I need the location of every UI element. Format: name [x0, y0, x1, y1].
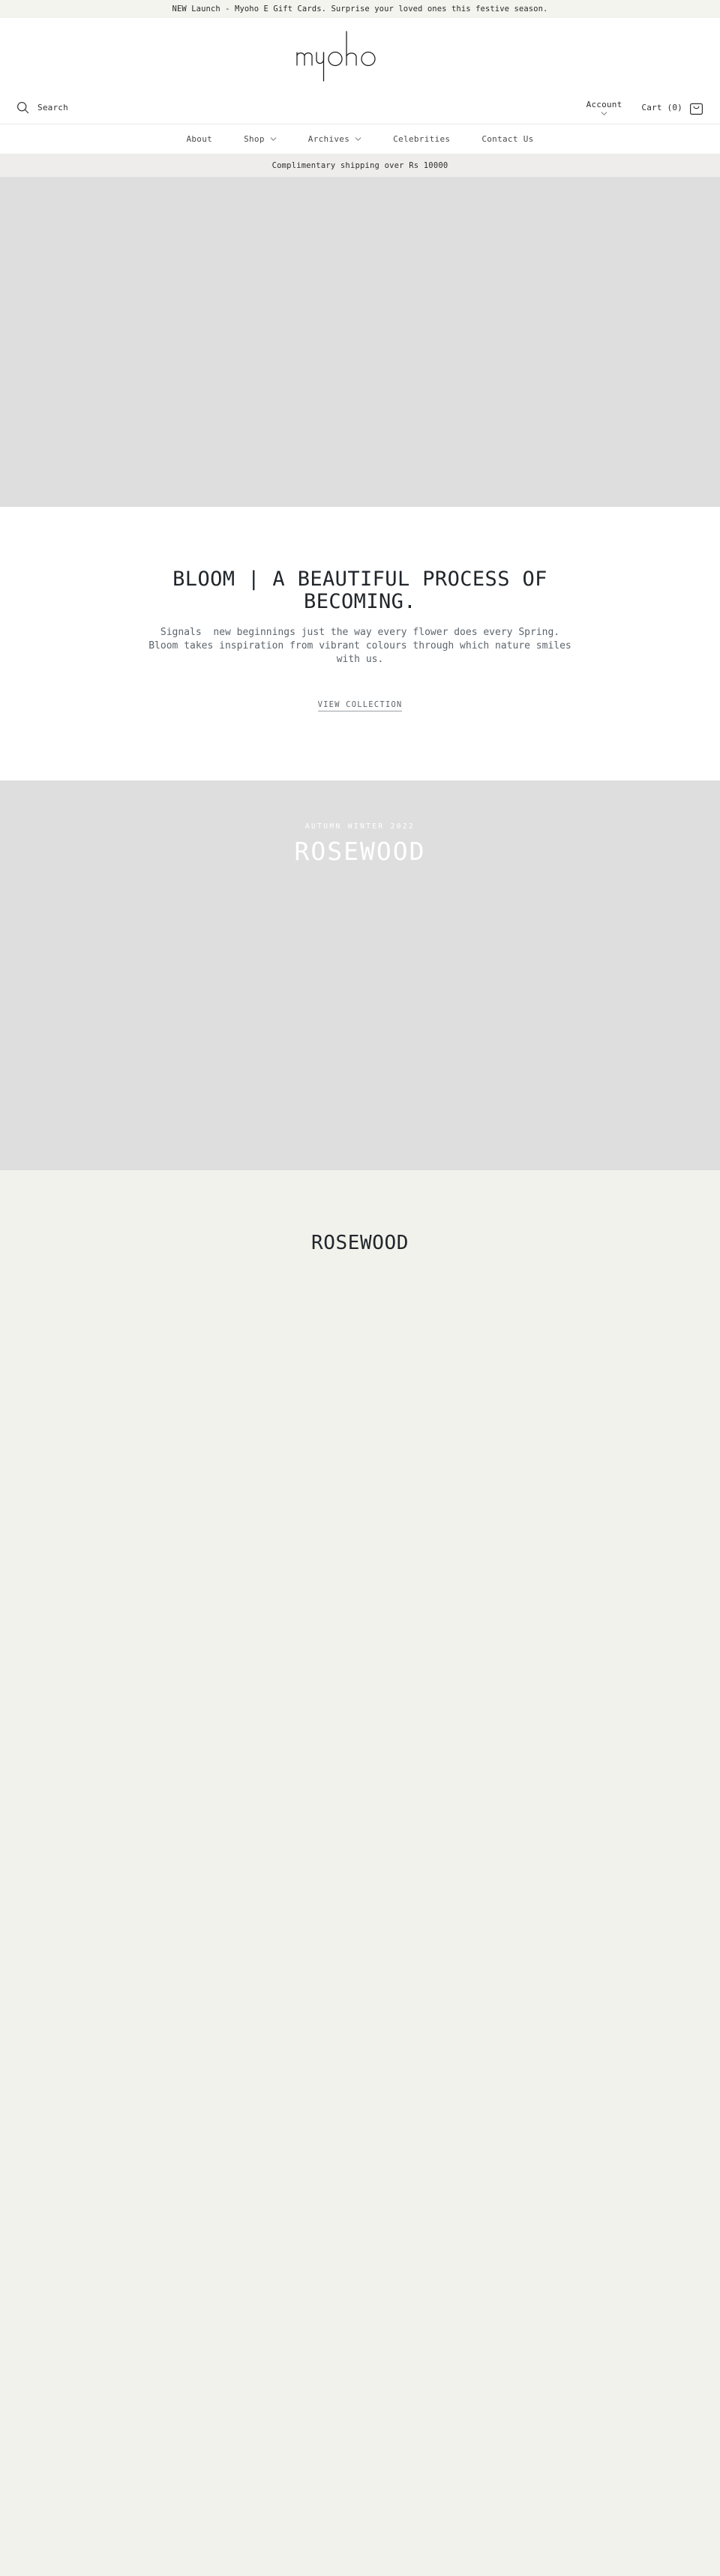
rosewood-hero-title: ROSEWOOD: [294, 837, 426, 867]
nav-item-about[interactable]: About: [170, 134, 228, 144]
search-button[interactable]: Search: [16, 101, 68, 114]
account-label: Account: [586, 100, 622, 109]
nav-label: Shop: [244, 134, 265, 144]
view-collection-link[interactable]: VIEW COLLECTION: [317, 700, 403, 712]
utility-right-group: Account Cart (0): [586, 100, 704, 115]
account-menu[interactable]: Account: [586, 100, 622, 115]
search-icon: [17, 102, 29, 114]
shopping-bag-icon: [690, 103, 704, 115]
nav-item-shop[interactable]: Shop: [228, 134, 292, 144]
nav-label: Celebrities: [393, 134, 451, 144]
search-label: Search: [38, 103, 68, 112]
nav-item-archives[interactable]: Archives: [292, 134, 377, 144]
myoho-script-wordmark-icon: [296, 31, 376, 82]
announcement-bar: NEW Launch - Myoho E Gift Cards. Surpris…: [0, 0, 720, 18]
chevron-down-icon: [355, 137, 362, 141]
logo-link[interactable]: [292, 25, 428, 84]
bloom-description: Signals new beginnings just the way ever…: [148, 627, 572, 666]
cart-label: Cart (0): [641, 103, 682, 112]
nav-label: Contact Us: [482, 134, 534, 144]
chevron-down-icon: [601, 112, 608, 115]
site-header: [0, 18, 720, 91]
cart-button[interactable]: Cart (0): [641, 100, 704, 115]
rosewood-lower-section: ROSEWOOD: [0, 1170, 720, 2576]
bloom-title: BLOOM | A BEAUTIFUL PROCESS OF BECOMING.: [172, 568, 548, 614]
utility-bar: Search Account Cart (0): [0, 91, 720, 124]
rosewood-lower-title: ROSEWOOD: [310, 1232, 410, 1255]
nav-label: About: [186, 134, 213, 144]
shipping-notice-text: Complimentary shipping over Rs 10000: [272, 161, 448, 170]
main-navigation: About Shop Archives Celebrities Contact …: [0, 124, 720, 154]
chevron-down-icon: [270, 137, 277, 141]
shipping-notice-bar: Complimentary shipping over Rs 10000: [0, 154, 720, 177]
nav-item-celebrities[interactable]: Celebrities: [377, 134, 466, 144]
rosewood-hero-eyebrow: AUTUMN WINTER 2022: [304, 822, 416, 831]
rosewood-hero-text-group: AUTUMN WINTER 2022 ROSEWOOD: [0, 822, 720, 866]
hero-banner-image[interactable]: [0, 177, 720, 507]
announcement-text: NEW Launch - Myoho E Gift Cards. Surpris…: [172, 4, 548, 13]
nav-label: Archives: [308, 134, 350, 144]
bloom-collection-section: BLOOM | A BEAUTIFUL PROCESS OF BECOMING.…: [0, 507, 720, 781]
rosewood-hero-banner[interactable]: AUTUMN WINTER 2022 ROSEWOOD: [0, 780, 720, 1171]
nav-item-contact-us[interactable]: Contact Us: [466, 134, 549, 144]
